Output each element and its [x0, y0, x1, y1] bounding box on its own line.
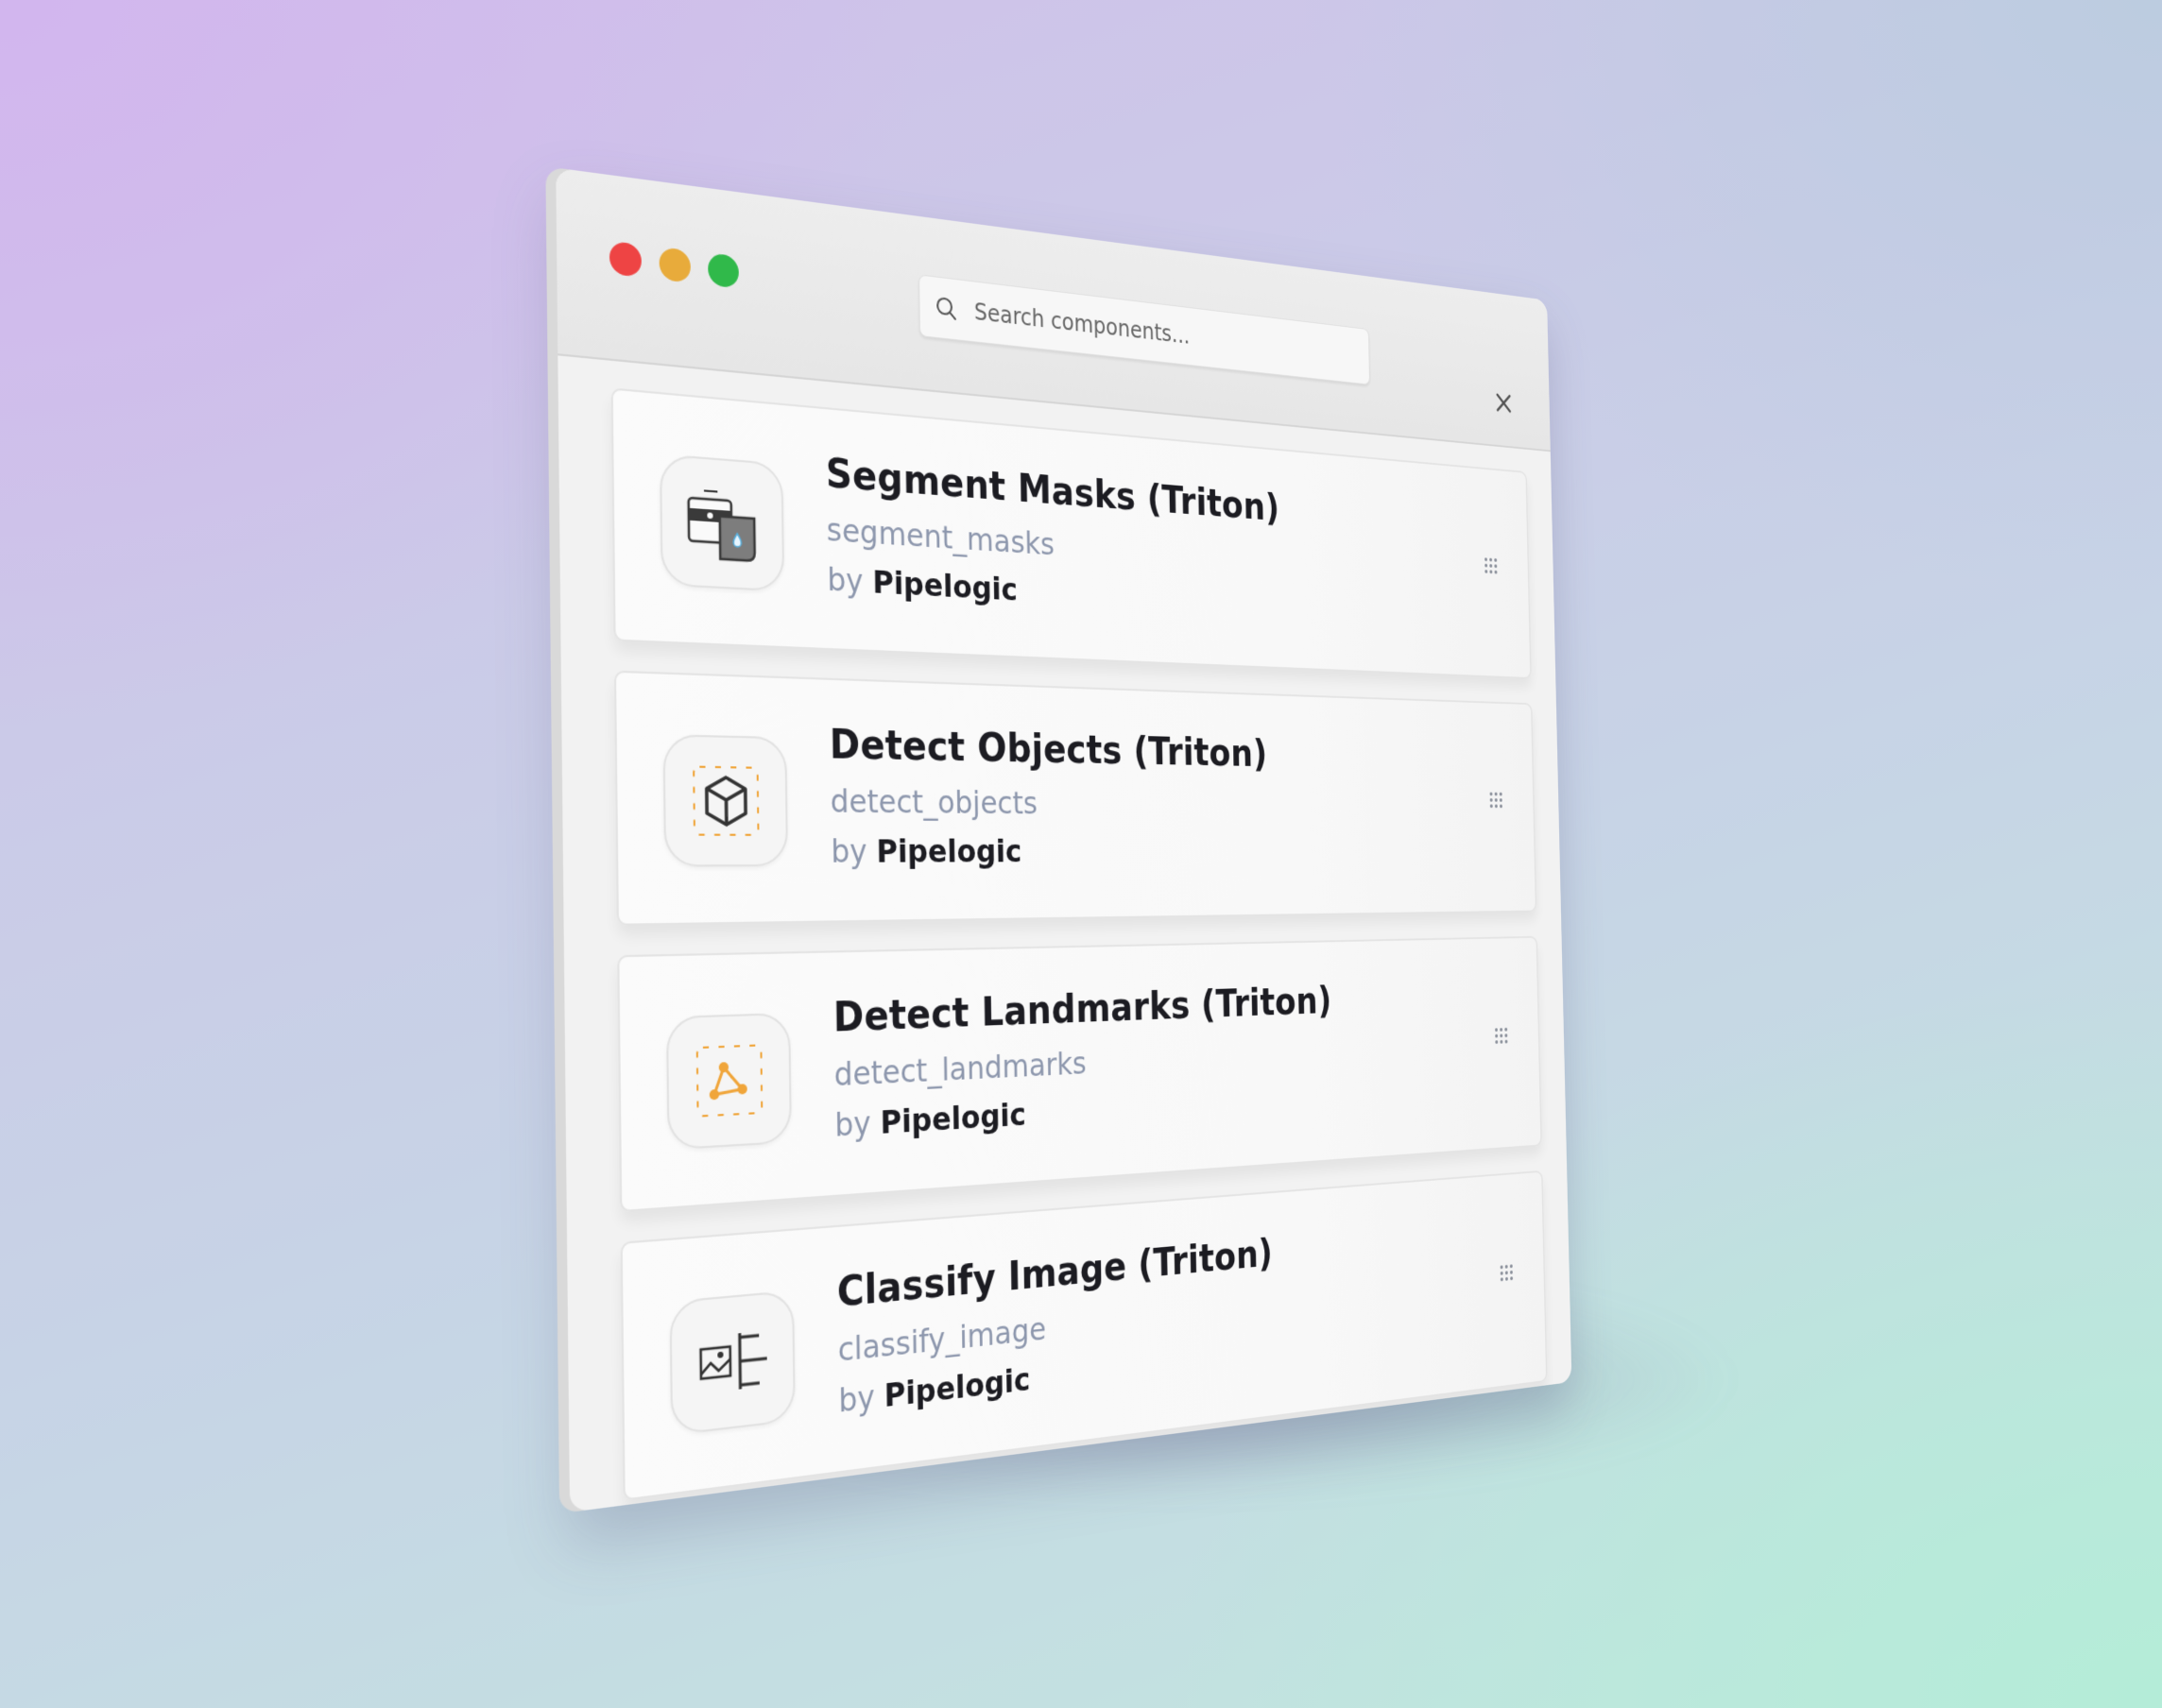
by-label: by: [834, 1103, 871, 1145]
stage: Segment Masks (Triton) segment_masks by …: [0, 0, 2162, 1708]
by-label: by: [838, 1377, 876, 1421]
component-slug: detect_objects: [830, 781, 1038, 822]
drag-handle-icon[interactable]: [1498, 1261, 1515, 1284]
author-name: Pipelogic: [884, 1360, 1031, 1415]
component-info: Segment Masks (Triton) segment_masks by …: [826, 451, 1282, 622]
component-info: Detect Landmarks (Triton) detect_landmar…: [832, 980, 1333, 1144]
component-card-detect-objects[interactable]: Detect Objects (Triton) detect_objects b…: [613, 670, 1537, 926]
segment-masks-icon: [659, 453, 785, 592]
author-name: Pipelogic: [876, 832, 1022, 871]
drag-handle-icon[interactable]: [1487, 790, 1504, 811]
cube-icon: [662, 734, 789, 867]
component-list: Segment Masks (Triton) segment_masks by …: [610, 359, 1551, 1512]
search-icon: [919, 275, 973, 341]
drag-handle-icon[interactable]: [1493, 1025, 1510, 1047]
close-icon: [1495, 391, 1513, 418]
author-name: Pipelogic: [872, 562, 1019, 608]
landmarks-icon: [665, 1012, 792, 1151]
component-title: Detect Objects (Triton): [829, 722, 1268, 776]
component-card-detect-landmarks[interactable]: Detect Landmarks (Triton) detect_landmar…: [617, 935, 1542, 1213]
component-title: Detect Landmarks (Triton): [832, 980, 1332, 1042]
component-info: Classify Image (Triton) classify_image b…: [836, 1232, 1275, 1420]
component-author: by Pipelogic: [831, 832, 1269, 870]
window-zoom-dot[interactable]: [708, 252, 740, 289]
by-label: by: [827, 560, 864, 601]
drag-handle-icon[interactable]: [1483, 555, 1500, 576]
search-input[interactable]: [971, 297, 1343, 367]
author-name: Pipelogic: [880, 1095, 1027, 1142]
app-window: Segment Masks (Triton) segment_masks by …: [556, 167, 1572, 1512]
window-minimize-dot[interactable]: [659, 247, 692, 283]
classify-image-icon: [669, 1290, 796, 1436]
by-label: by: [831, 831, 867, 871]
component-info: Detect Objects (Triton) detect_objects b…: [830, 722, 1270, 870]
window-close-dot[interactable]: [609, 240, 643, 278]
close-button[interactable]: [1489, 386, 1518, 423]
search-box[interactable]: [918, 274, 1370, 385]
